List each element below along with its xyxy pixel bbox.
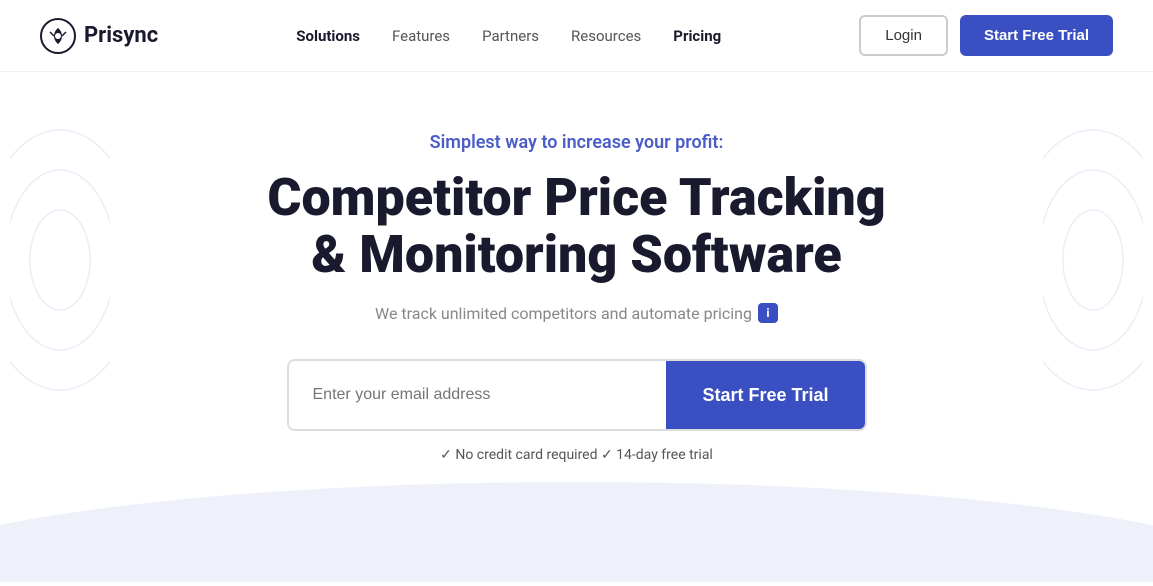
brand-name: Prisync bbox=[84, 23, 158, 48]
nav-actions: Login Start Free Trial bbox=[859, 15, 1113, 56]
hero-footnote: ✓ No credit card required ✓ 14-day free … bbox=[440, 447, 713, 463]
nav-link-solutions[interactable]: Solutions bbox=[296, 27, 360, 45]
email-form: Start Free Trial bbox=[287, 359, 867, 431]
hero-title: Competitor Price Tracking & Monitoring S… bbox=[267, 169, 885, 283]
nav-item-partners[interactable]: Partners bbox=[482, 26, 539, 45]
logo-icon bbox=[40, 18, 76, 54]
info-icon: i bbox=[758, 303, 778, 323]
bottom-arc bbox=[0, 442, 1153, 586]
nav-trial-button[interactable]: Start Free Trial bbox=[960, 15, 1113, 56]
nav-links: Solutions Features Partners Resources Pr… bbox=[296, 26, 721, 45]
navbar: Prisync Solutions Features Partners Reso… bbox=[0, 0, 1153, 72]
hero-description: We track unlimited competitors and autom… bbox=[375, 303, 778, 323]
nav-link-resources[interactable]: Resources bbox=[571, 27, 641, 45]
email-input[interactable] bbox=[289, 361, 667, 429]
nav-item-resources[interactable]: Resources bbox=[571, 26, 641, 45]
hero-title-line2: & Monitoring Software bbox=[311, 224, 842, 285]
nav-item-solutions[interactable]: Solutions bbox=[296, 26, 360, 45]
nav-link-partners[interactable]: Partners bbox=[482, 27, 539, 45]
hero-subtitle: Simplest way to increase your profit: bbox=[430, 132, 724, 153]
nav-link-features[interactable]: Features bbox=[392, 27, 450, 45]
login-button[interactable]: Login bbox=[859, 15, 948, 56]
hero-section: Simplest way to increase your profit: Co… bbox=[0, 72, 1153, 463]
hero-title-line1: Competitor Price Tracking bbox=[267, 167, 885, 228]
hero-description-text: We track unlimited competitors and autom… bbox=[375, 304, 752, 323]
nav-link-pricing[interactable]: Pricing bbox=[673, 27, 721, 45]
nav-item-features[interactable]: Features bbox=[392, 26, 450, 45]
logo[interactable]: Prisync bbox=[40, 18, 158, 54]
hero-trial-button[interactable]: Start Free Trial bbox=[666, 361, 864, 429]
nav-item-pricing[interactable]: Pricing bbox=[673, 26, 721, 45]
